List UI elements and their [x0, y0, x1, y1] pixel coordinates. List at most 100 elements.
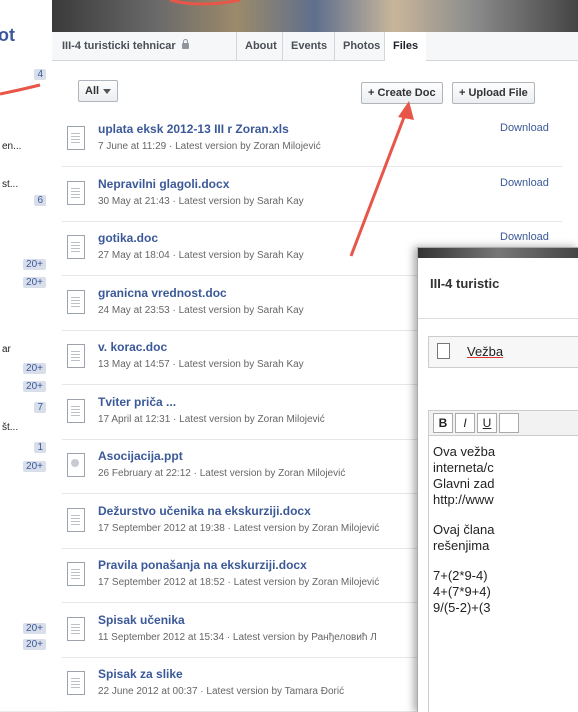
- sidebar-item-count-badge: 6: [34, 195, 46, 206]
- sidebar-item[interactable]: st...: [0, 178, 52, 194]
- file-name-link[interactable]: Tviter priča ...: [98, 395, 176, 409]
- sidebar-item-count-badge: 1: [34, 442, 46, 453]
- doc-body-line: 4+(7*9+4): [433, 584, 491, 599]
- file-meta: 30 May at 21:43 · Latest version by Sara…: [98, 195, 304, 207]
- file-meta: 17 September 2012 at 19:38 · Latest vers…: [98, 522, 380, 534]
- file-list-item: Nepravilni glagoli.docx 30 May at 21:43 ·…: [62, 167, 562, 222]
- tab-files[interactable]: Files: [384, 32, 427, 61]
- tab-about[interactable]: About: [236, 32, 285, 60]
- file-meta: 27 May at 18:04 · Latest version by Sara…: [98, 250, 304, 261]
- sidebar-item-count-badge: 20+: [23, 259, 46, 270]
- sidebar-item[interactable]: 20+: [0, 258, 52, 274]
- file-name-link[interactable]: Spisak učenika: [98, 613, 185, 627]
- sidebar-item[interactable]: 7: [0, 401, 52, 417]
- spreadsheet-icon: [67, 126, 85, 150]
- group-name-label: III-4 turisticki tehnicar: [62, 40, 176, 52]
- download-link[interactable]: Download: [500, 177, 549, 189]
- cover-photo-strip: [52, 0, 578, 32]
- document-icon: [67, 180, 85, 205]
- sidebar-item-label: st...: [2, 179, 19, 190]
- divider: [418, 318, 578, 319]
- sidebar-item-count-badge: 20+: [23, 363, 46, 374]
- format-button[interactable]: [499, 413, 519, 433]
- file-list-item: uplata eksk 2012-13 III r Zoran.xls 7 Jun…: [62, 112, 562, 167]
- document-icon: [67, 671, 85, 695]
- sidebar-item-count-badge: 20+: [23, 381, 46, 392]
- file-name-link[interactable]: gotika.doc: [98, 231, 158, 245]
- doc-body-editor[interactable]: Ova vežba interneta/c Glavni zad http://www…: [428, 436, 578, 712]
- sidebar-item[interactable]: ar: [0, 343, 52, 359]
- sidebar-item[interactable]: 20+: [0, 380, 52, 396]
- document-icon: [67, 344, 85, 368]
- bold-button[interactable]: B: [433, 413, 453, 433]
- upload-file-button[interactable]: + Upload File: [452, 82, 535, 104]
- file-meta: 24 May at 23:53 · Latest version by Sara…: [98, 304, 304, 316]
- italic-button[interactable]: I: [455, 413, 475, 433]
- sidebar-item-label: en...: [2, 141, 22, 152]
- lock-icon: [181, 39, 189, 49]
- file-name-link[interactable]: Pravila ponašanja na ekskurziji.docx: [98, 558, 307, 572]
- sidebar-item[interactable]: 6: [0, 194, 52, 210]
- doc-body-line: 9/(5-2)+(3: [433, 600, 491, 615]
- sidebar-item[interactable]: 20+: [0, 362, 52, 378]
- doc-name-field[interactable]: Vežba: [428, 336, 578, 368]
- sidebar-item[interactable]: 20+: [0, 460, 52, 476]
- file-name-link[interactable]: v. korac.doc: [98, 340, 167, 354]
- chevron-down-icon: [103, 88, 112, 94]
- doc-body-line: Ovaj člana: [433, 522, 495, 537]
- group-tab-bar: III-4 turisticki tehnicar About Events P…: [52, 32, 578, 61]
- tab-photos[interactable]: Photos: [334, 32, 388, 60]
- file-meta: 11 September 2012 at 15:34 · Latest vers…: [98, 631, 377, 643]
- doc-body-line: interneta/c: [433, 460, 494, 475]
- sidebar-item[interactable]: 20+: [0, 638, 52, 654]
- page-icon: [437, 343, 450, 359]
- sidebar-item-label: ar: [2, 344, 11, 355]
- create-doc-button[interactable]: + Create Doc: [361, 82, 443, 104]
- file-meta: 26 February at 22:12 · Latest version by…: [98, 468, 346, 479]
- sidebar-item[interactable]: 20+: [0, 276, 52, 292]
- file-name-link[interactable]: uplata eksk 2012-13 III r Zoran.xls: [98, 122, 289, 136]
- format-toolbar: B I U: [428, 410, 578, 436]
- document-icon: [67, 507, 85, 532]
- sidebar-item-count-badge: 20+: [23, 461, 46, 472]
- sidebar-item-count-badge: 7: [34, 402, 46, 413]
- document-icon: [67, 289, 85, 314]
- file-name-link[interactable]: Dežurstvo učenika na ekskurziji.docx: [98, 504, 311, 518]
- file-name-link[interactable]: Nepravilni glagoli.docx: [98, 177, 229, 191]
- doc-editor-window: III-4 turistic Vežba B I U Ova vežba inte…: [417, 247, 578, 712]
- sidebar-item-count-badge: 20+: [23, 639, 46, 650]
- sidebar-item[interactable]: en...: [0, 140, 52, 156]
- sidebar-item-label: št...: [2, 422, 19, 433]
- tab-events[interactable]: Events: [282, 32, 335, 60]
- file-name-link[interactable]: Asocijacija.ppt: [98, 449, 183, 463]
- doc-body-line: 7+(2*9-4): [433, 568, 488, 583]
- doc-name-value: Vežba: [467, 344, 504, 359]
- document-icon: [67, 562, 85, 586]
- sidebar-item-count-badge: 20+: [23, 623, 46, 634]
- underline-button[interactable]: U: [477, 413, 497, 433]
- doc-window-title: III-4 turistic: [430, 276, 500, 291]
- sidebar-item-count-badge: 20+: [23, 277, 46, 288]
- file-meta: 7 June at 11:29 · Latest version by Zora…: [98, 141, 321, 152]
- sidebar-item[interactable]: št...: [0, 421, 52, 437]
- sidebar-title-fragment: ot: [0, 25, 15, 45]
- doc-body-line: http://www: [433, 492, 494, 507]
- document-icon: [67, 235, 85, 259]
- left-sidebar: ot 4 en... st... 6 20+ 20+ ar 20+ 20+ 7 št... 1 20+ 2…: [0, 0, 53, 711]
- document-icon: [67, 616, 85, 641]
- sidebar-item[interactable]: 4: [0, 68, 52, 84]
- file-name-link[interactable]: granicna vrednost.doc: [98, 286, 227, 300]
- filter-dropdown[interactable]: All: [78, 80, 119, 102]
- file-meta: 17 April at 12:31 · Latest version by Zo…: [98, 413, 325, 425]
- group-name[interactable]: III-4 turisticki tehnicar: [62, 32, 189, 60]
- file-name-link[interactable]: Spisak za slike: [98, 667, 183, 681]
- sidebar-item[interactable]: 1: [0, 441, 52, 457]
- doc-window-cover-strip: [418, 248, 578, 258]
- file-meta: 22 June 2012 at 00:37 · Latest version b…: [98, 686, 345, 697]
- doc-body-line: Ova vežba: [433, 444, 496, 459]
- sidebar-item-count-badge: 4: [34, 69, 46, 80]
- sidebar-item[interactable]: 20+: [0, 622, 52, 638]
- download-link[interactable]: Download: [500, 231, 549, 243]
- presentation-icon: [67, 453, 85, 477]
- download-link[interactable]: Download: [500, 122, 549, 134]
